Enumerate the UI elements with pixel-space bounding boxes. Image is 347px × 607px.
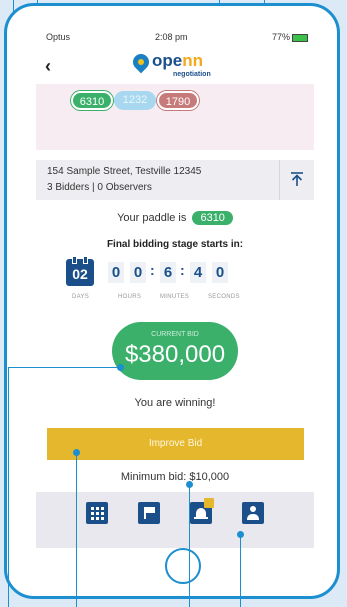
callout-dot bbox=[72, 448, 80, 456]
improve-bid-button[interactable]: Improve Bid bbox=[47, 428, 304, 460]
minutes-label: MINUTES bbox=[160, 294, 190, 300]
app-header: ‹ openn negotiation bbox=[36, 48, 314, 84]
logo-dot bbox=[138, 59, 144, 65]
callout-dot bbox=[116, 363, 124, 371]
minimum-bid: Minimum bid: $10,000 bbox=[120, 471, 230, 483]
bottom-tab-bar bbox=[36, 492, 314, 548]
countdown-title: Final bidding stage starts in: bbox=[106, 239, 244, 250]
paddle-chip[interactable]: 1232 bbox=[114, 91, 156, 110]
chevron-left-icon[interactable]: ‹ bbox=[45, 56, 51, 77]
bell-icon[interactable] bbox=[190, 498, 214, 524]
battery-indicator: 77% bbox=[272, 32, 308, 42]
callout-dot bbox=[185, 480, 193, 488]
collapse-button[interactable] bbox=[279, 160, 314, 200]
time-separator: : bbox=[180, 262, 185, 278]
property-info: 154 Sample Street, Testville 12345 3 Bid… bbox=[36, 160, 314, 200]
home-button[interactable] bbox=[165, 548, 201, 584]
battery-icon bbox=[292, 33, 308, 42]
app-screen: Optus 2:08 pm 77% ‹ openn negotiation 63… bbox=[36, 28, 314, 548]
callout-line bbox=[189, 484, 190, 607]
paddle-chip[interactable]: 1790 bbox=[157, 91, 199, 110]
logo-subtitle: negotiation bbox=[173, 71, 211, 78]
calendar-days-icon: 02 bbox=[66, 256, 94, 286]
minutes-digit: 6 bbox=[160, 262, 176, 283]
current-bid-label: CURRENT BID bbox=[151, 331, 199, 338]
clock: 2:08 pm bbox=[155, 32, 188, 42]
bid-status: You are winning! bbox=[134, 397, 216, 409]
battery-percent: 77% bbox=[271, 32, 290, 42]
callout-line bbox=[76, 452, 77, 607]
grid-icon[interactable] bbox=[86, 502, 108, 524]
logo-wordmark-suffix: nn bbox=[182, 51, 204, 70]
property-address: 154 Sample Street, Testville 12345 bbox=[47, 166, 202, 177]
paddle-chip[interactable]: 6310 bbox=[71, 91, 113, 110]
paddle-list: 6310 1232 1790 bbox=[36, 84, 314, 150]
current-bid-amount: $380,000 bbox=[124, 341, 226, 368]
notification-badge bbox=[204, 498, 214, 508]
days-label: DAYS bbox=[72, 294, 90, 300]
your-paddle-chip: 6310 bbox=[192, 211, 233, 225]
days-value: 02 bbox=[72, 266, 88, 282]
callout-line bbox=[8, 367, 9, 607]
hours-digit: 0 bbox=[108, 262, 124, 283]
logo-wordmark: openn bbox=[152, 51, 203, 71]
logo-wordmark-prefix: ope bbox=[152, 51, 183, 70]
hours-digit: 0 bbox=[130, 262, 146, 283]
callout-line bbox=[240, 534, 241, 607]
your-paddle-label: Your paddle is bbox=[117, 212, 187, 224]
bidder-count: 3 Bidders | 0 Observers bbox=[47, 182, 152, 193]
flag-icon[interactable] bbox=[138, 502, 160, 524]
carrier-label: Optus bbox=[46, 32, 71, 42]
seconds-digit: 4 bbox=[190, 262, 206, 283]
arrow-up-icon bbox=[291, 172, 303, 186]
callout-dot bbox=[236, 530, 244, 538]
countdown-timer: 02 0 0 : 6 : 4 0 DAYS HOURS MINUTES SECO… bbox=[36, 256, 314, 300]
your-paddle-row: Your paddle is 6310 bbox=[36, 211, 314, 225]
seconds-label: SECONDS bbox=[208, 294, 240, 300]
hours-label: HOURS bbox=[118, 294, 142, 300]
callout-line bbox=[8, 367, 120, 368]
user-icon[interactable] bbox=[242, 502, 264, 524]
status-bar: Optus 2:08 pm 77% bbox=[36, 28, 314, 48]
seconds-digit: 0 bbox=[212, 262, 228, 283]
time-separator: : bbox=[150, 262, 155, 278]
current-bid-display: CURRENT BID $380,000 bbox=[112, 322, 238, 380]
